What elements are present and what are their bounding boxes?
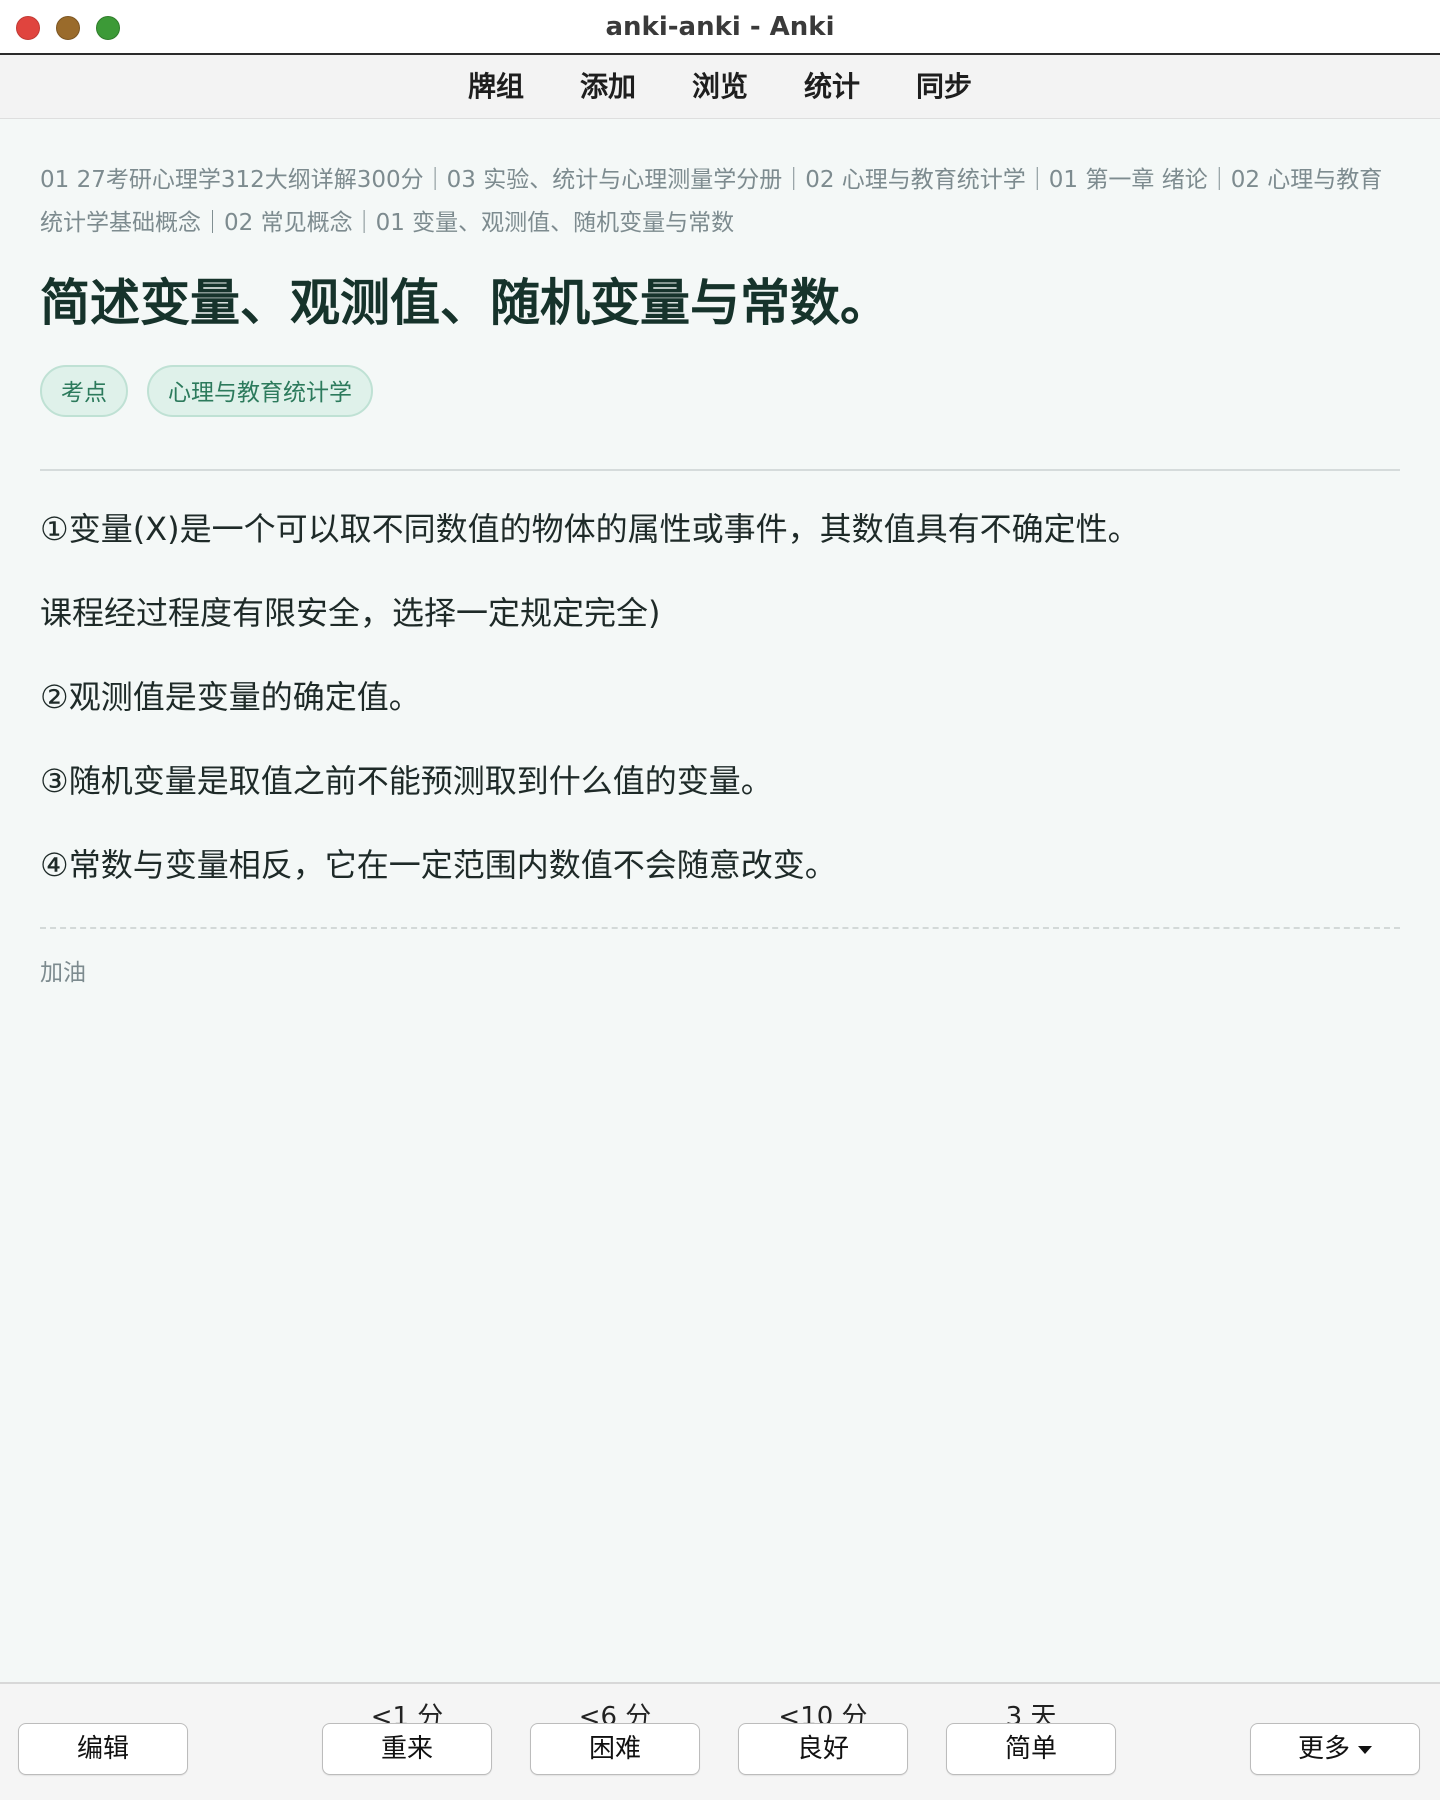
more-button-label: 更多 xyxy=(1297,1734,1350,1764)
extra-note: 加油 xyxy=(40,960,86,986)
answer-line: 课程经过程度有限安全，选择一定规定完全) xyxy=(40,594,661,632)
title-bar: anki-anki - Anki xyxy=(0,0,1440,55)
answer-divider xyxy=(40,469,1400,471)
hard-button[interactable]: 困难 xyxy=(530,1723,700,1775)
answer-line: ③随机变量是取值之前不能预测取到什么值的变量。 xyxy=(40,762,773,800)
toolbar-add-button[interactable]: 添加 xyxy=(552,55,664,119)
main-toolbar: 牌组 添加 浏览 统计 同步 xyxy=(0,55,1440,119)
window-title: anki-anki - Anki xyxy=(605,12,835,42)
tag-list: 考点 心理与教育统计学 xyxy=(40,365,1400,417)
easy-button[interactable]: 简单 xyxy=(946,1723,1116,1775)
again-button[interactable]: 重来 xyxy=(322,1723,492,1775)
review-card: 01 27考研心理学312大纲详解300分｜03 实验、统计与心理测量学分册｜0… xyxy=(40,119,1400,987)
card-answer: ①变量(X)是一个可以取不同数值的物体的属性或事件，其数值具有不确定性。 课程经… xyxy=(40,507,1400,887)
answer-line: ②观测值是变量的确定值。 xyxy=(40,678,421,716)
deck-path: 01 27考研心理学312大纲详解300分｜03 实验、统计与心理测量学分册｜0… xyxy=(40,167,1383,236)
more-button[interactable]: 更多 xyxy=(1250,1723,1420,1775)
answer-line: ④常数与变量相反，它在一定范围内数值不会随意改变。 xyxy=(40,846,837,884)
good-button[interactable]: 良好 xyxy=(738,1723,908,1775)
tag-kaodian: 考点 xyxy=(40,365,128,417)
extra-divider xyxy=(40,927,1400,929)
answer-line: ①变量(X)是一个可以取不同数值的物体的属性或事件，其数值具有不确定性。 xyxy=(40,510,1140,548)
answer-bar: 编辑 <1 分 重来 <6 分 困难 <10 分 良好 3 天 简单 更多 xyxy=(0,1682,1440,1800)
toolbar-decks-button[interactable]: 牌组 xyxy=(440,55,552,119)
anki-window: anki-anki - Anki 牌组 添加 浏览 统计 同步 01 27考研心… xyxy=(0,0,1440,1800)
chevron-down-icon xyxy=(1358,1745,1372,1754)
toolbar-stats-button[interactable]: 统计 xyxy=(776,55,888,119)
edit-button[interactable]: 编辑 xyxy=(18,1723,188,1775)
card-question: 简述变量、观测值、随机变量与常数。 xyxy=(40,274,890,332)
tag-statistics: 心理与教育统计学 xyxy=(147,365,373,417)
toolbar-browse-button[interactable]: 浏览 xyxy=(664,55,776,119)
toolbar-sync-button[interactable]: 同步 xyxy=(888,55,1000,119)
